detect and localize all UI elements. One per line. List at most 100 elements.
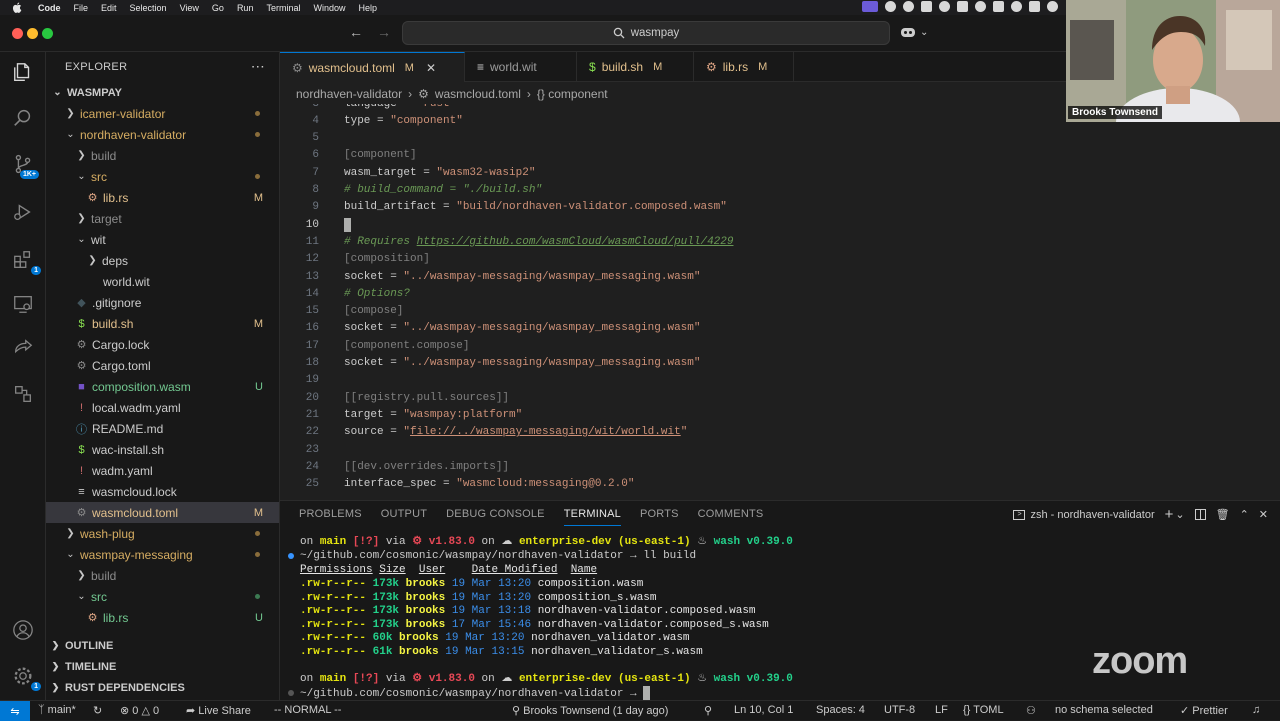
app-icon[interactable] — [993, 1, 1004, 12]
encoding[interactable]: UTF-8 — [884, 704, 915, 716]
status-icon[interactable] — [903, 1, 914, 12]
folder-item[interactable]: ⌄ wit — [46, 229, 279, 250]
language-mode[interactable]: {} TOML — [963, 704, 1004, 716]
menu-file[interactable]: File — [74, 3, 89, 13]
panel-tab-ports[interactable]: PORTS — [640, 501, 679, 527]
menu-view[interactable]: View — [180, 3, 199, 13]
keyboard-icon[interactable] — [1029, 1, 1040, 12]
settings-gear-icon[interactable]: 1 — [11, 664, 41, 691]
problems-status[interactable]: ⊗ 0 △ 0 — [120, 704, 159, 717]
branch-status[interactable]: ᛉ main* — [38, 704, 76, 716]
code-token[interactable]: file://../wasmpay-messaging/wit/world.wi… — [410, 426, 681, 438]
copilot-menu[interactable]: ⌄ — [900, 25, 928, 39]
file-item[interactable]: ⚙ lib.rs M — [46, 187, 279, 208]
file-item[interactable]: ! wadm.yaml — [46, 460, 279, 481]
close-tab-icon[interactable]: ✕ — [426, 61, 436, 75]
app-icon[interactable] — [939, 1, 950, 12]
split-terminal-icon[interactable] — [1194, 509, 1206, 520]
panel-tab-debug-console[interactable]: DEBUG CONSOLE — [446, 501, 545, 527]
file-item[interactable]: $ build.sh M — [46, 313, 279, 334]
notifications-bell-icon[interactable]: ♫ — [1252, 704, 1260, 716]
file-item[interactable]: ⚙ Cargo.toml — [46, 355, 279, 376]
cursor-position[interactable]: Ln 10, Col 1 — [734, 704, 793, 716]
sync-icon[interactable]: ↻ — [93, 704, 102, 717]
explorer-icon[interactable] — [11, 60, 35, 84]
account-icon[interactable] — [11, 618, 35, 642]
trash-icon[interactable]: 🗑 — [1216, 508, 1230, 521]
panel-tab-output[interactable]: OUTPUT — [381, 501, 427, 527]
forward-arrow-icon[interactable]: → — [377, 24, 391, 40]
breadcrumb-folder[interactable]: nordhaven-validator — [296, 87, 402, 101]
file-item[interactable]: ■ composition.wasm U — [46, 376, 279, 397]
file-item[interactable]: ⚙ wasmcloud.toml M — [46, 502, 279, 523]
remote-indicator[interactable]: ⇋ — [0, 701, 30, 721]
remote-explorer-icon[interactable] — [11, 292, 35, 316]
code-token[interactable]: https://github.com/wasmCloud/wasmCloud/p… — [417, 236, 734, 248]
source-control-icon[interactable]: 1K+ — [11, 152, 39, 179]
folder-item[interactable]: ❯ deps — [46, 250, 279, 271]
outline-section[interactable]: ❯ OUTLINE — [46, 635, 280, 656]
command-decoration-dot[interactable] — [288, 690, 294, 696]
file-item[interactable]: ⚙ lib.rs U — [46, 607, 279, 628]
apple-icon[interactable] — [12, 2, 24, 13]
folder-item[interactable]: ⌄ wasmpay-messaging — [46, 544, 279, 565]
folder-item[interactable]: ❯ build — [46, 145, 279, 166]
back-arrow-icon[interactable]: ← — [349, 24, 363, 40]
command-center-search[interactable]: wasmpay — [402, 21, 890, 45]
tab-world-wit[interactable]: ≡ world.wit — [465, 52, 577, 82]
breadcrumb-symbol[interactable]: {} component — [537, 87, 608, 101]
timeline-section[interactable]: ❯ TIMELINE — [46, 656, 280, 677]
menu-window[interactable]: Window — [313, 3, 345, 13]
folder-item[interactable]: ⌄ src — [46, 586, 279, 607]
tab-lib-rs[interactable]: ⚙ lib.rs M — [694, 52, 794, 82]
tab-build-sh[interactable]: $ build.sh M — [577, 52, 694, 82]
breadcrumb-file[interactable]: wasmcloud.toml — [435, 87, 521, 101]
folder-item[interactable]: ❯ icamer-validator — [46, 103, 279, 124]
notion-icon[interactable] — [921, 1, 932, 12]
git-blame[interactable]: ⚲ Brooks Townsend (1 day ago) — [512, 704, 668, 717]
folder-item[interactable]: ❯ target — [46, 208, 279, 229]
close-panel-icon[interactable]: ✕ — [1259, 508, 1268, 521]
menu-help[interactable]: Help — [358, 3, 377, 13]
file-item[interactable]: ⓘ README.md — [46, 418, 279, 439]
file-item[interactable]: $ wac-install.sh — [46, 439, 279, 460]
menu-go[interactable]: Go — [212, 3, 224, 13]
minimize-window-button[interactable] — [27, 28, 38, 39]
testing-icon[interactable] — [11, 382, 35, 406]
folder-item[interactable]: ❯ build — [46, 565, 279, 586]
menu-code[interactable]: Code — [38, 3, 61, 13]
menu-selection[interactable]: Selection — [130, 3, 167, 13]
cloud-icon[interactable] — [885, 1, 896, 12]
prettier-status[interactable]: ✓ Prettier — [1180, 704, 1228, 717]
zoom-in-icon[interactable]: ⚲ — [704, 704, 712, 717]
schema-status[interactable]: no schema selected — [1055, 704, 1153, 716]
zoom-window-button[interactable] — [42, 28, 53, 39]
run-debug-icon[interactable] — [11, 200, 35, 224]
indentation[interactable]: Spaces: 4 — [816, 704, 865, 716]
live-share-icon[interactable] — [11, 336, 35, 360]
workspace-root[interactable]: ⌄ WASMPAY — [46, 82, 279, 103]
tab-wasmcloud-toml[interactable]: ⚙ wasmcloud.toml M ✕ — [280, 52, 465, 82]
folder-item[interactable]: ⌄ src — [46, 166, 279, 187]
file-item[interactable]: ! local.wadm.yaml — [46, 397, 279, 418]
app-icon[interactable] — [957, 1, 968, 12]
rust-dependencies-section[interactable]: ❯ RUST DEPENDENCIES — [46, 677, 280, 698]
maximize-panel-icon[interactable]: ⌃ — [1240, 508, 1249, 521]
file-item[interactable]: world.wit — [46, 271, 279, 292]
folder-item[interactable]: ❯ wash-plug — [46, 523, 279, 544]
terminal-instance-label[interactable]: zsh - nordhaven-validator — [1030, 509, 1154, 521]
app-icon[interactable] — [975, 1, 986, 12]
panel-tab-problems[interactable]: PROBLEMS — [299, 501, 362, 527]
extensions-icon[interactable]: 1 — [11, 248, 41, 275]
copilot-status-icon[interactable]: ⚇ — [1026, 704, 1036, 717]
file-item[interactable]: ⚙ Cargo.lock — [46, 334, 279, 355]
search-icon[interactable] — [11, 106, 35, 130]
menu-terminal[interactable]: Terminal — [266, 3, 300, 13]
chevron-down-icon[interactable]: ⌄ — [1175, 508, 1184, 521]
end-of-line[interactable]: LF — [935, 704, 948, 716]
dark-mode-icon[interactable] — [1047, 1, 1058, 12]
file-item[interactable]: ≡ wasmcloud.lock — [46, 481, 279, 502]
app-icon[interactable] — [1011, 1, 1022, 12]
more-actions-icon[interactable]: ⋯ — [251, 58, 265, 75]
file-item[interactable]: ◆ .gitignore — [46, 292, 279, 313]
